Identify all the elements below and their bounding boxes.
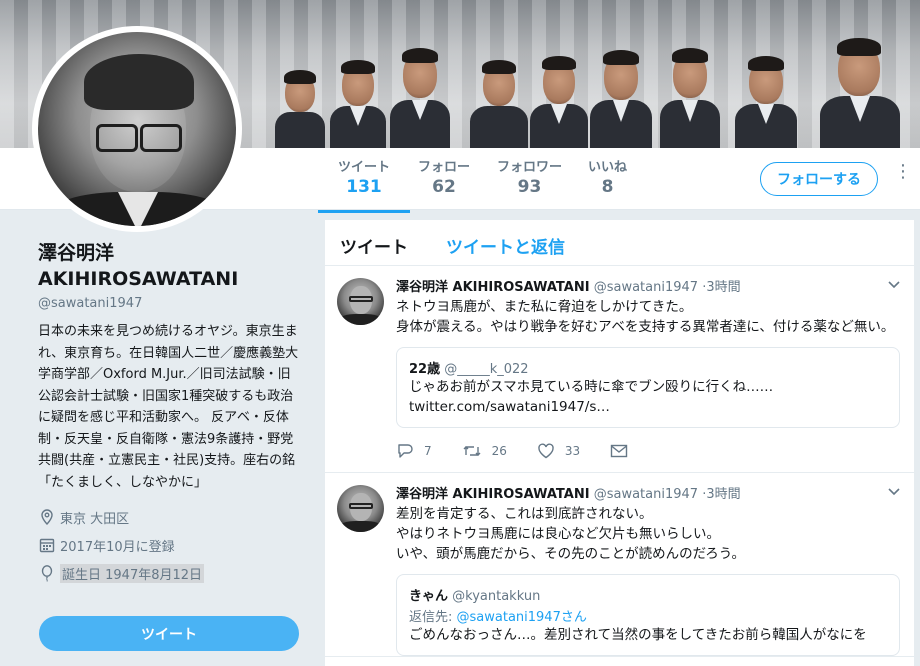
profile-avatar[interactable]: [32, 26, 242, 232]
nav-followers-count: 93: [517, 177, 542, 197]
tweet-item[interactable]: 澤谷明洋 AKIHIROSAWATANI @sawatani1947 ·3時間 …: [325, 266, 914, 473]
tweet-actions: 7 26 33: [396, 436, 900, 466]
quoted-text: じゃあお前がスマホ見ている時に傘でブン殴りに行くね……: [409, 379, 774, 395]
profile-joined: 2017年10月に登録: [38, 535, 303, 555]
direct-message-button[interactable]: [610, 444, 638, 458]
nav-tweets-label: ツイート: [338, 160, 391, 175]
tweet-text-line: やはりネトウヨ馬鹿には良心など欠片も無いらしい。: [396, 526, 720, 542]
quoted-link[interactable]: twitter.com/sawatani1947/s…: [409, 397, 887, 417]
calendar-icon: [38, 536, 56, 554]
profile-birthday-text: 誕生日 1947年8月12日: [60, 563, 205, 583]
quoted-author-name: 22歳: [409, 362, 441, 377]
profile-location-text: 東京 大田区: [60, 511, 130, 527]
quoted-author-handle: @_____k_022: [444, 362, 529, 377]
tweet-avatar[interactable]: [337, 278, 384, 325]
profile-name-line1: 澤谷明洋: [38, 242, 115, 264]
tweet-text-line: いや、頭が馬鹿だから、その先のことが読めんのだろう。: [396, 546, 745, 562]
tweet-avatar[interactable]: [337, 485, 384, 532]
tweet-item[interactable]: 澤谷明洋 AKIHIROSAWATANI @sawatani1947 ·3時間 …: [325, 473, 914, 657]
profile-name-line2: AKIHIROSAWATANI: [38, 268, 239, 290]
tweet-text-line: 差別を肯定する、これは到底許されない。: [396, 506, 653, 522]
nav-tweets-count: 131: [346, 177, 382, 197]
profile-joined-text: 2017年10月に登録: [60, 539, 175, 555]
more-options-icon[interactable]: ⋮: [894, 163, 912, 181]
profile-handle: @sawatani1947: [38, 296, 143, 311]
nav-likes[interactable]: いいね 8: [588, 156, 627, 197]
reply-count: 7: [424, 444, 432, 458]
tweet-author-handle[interactable]: @sawatani1947: [594, 487, 698, 502]
tweet-header: 澤谷明洋 AKIHIROSAWATANI @sawatani1947 ·3時間: [396, 276, 900, 295]
tweet-text: 差別を肯定する、これは到底許されない。 やはりネトウヨ馬鹿には良心など欠片も無い…: [396, 504, 900, 564]
quoted-author-name: きゃん: [409, 589, 449, 604]
quoted-reply-prefix: 返信先:: [409, 610, 457, 625]
profile-name: 澤谷明洋 AKIHIROSAWATANI: [38, 240, 303, 292]
retweet-button[interactable]: 26: [462, 443, 507, 459]
profile-location: 東京 大田区: [38, 507, 303, 527]
like-count: 33: [564, 444, 581, 458]
profile-card: 澤谷明洋 AKIHIROSAWATANI @sawatani1947 日本の未来…: [38, 240, 303, 583]
heart-icon: [538, 443, 554, 459]
like-button[interactable]: 33: [537, 443, 580, 459]
tweet-author-handle[interactable]: @sawatani1947: [594, 280, 698, 295]
tweet-text: ネトウヨ馬鹿が、また私に脅迫をしかけてきた。 身体が震える。やはり戦争を好むアベ…: [396, 297, 900, 337]
nav-following-label: フォロー: [418, 160, 471, 175]
tweet-header: 澤谷明洋 AKIHIROSAWATANI @sawatani1947 ·3時間: [396, 483, 900, 502]
follow-button[interactable]: フォローする: [760, 162, 878, 196]
compose-tweet-button[interactable]: ツイート: [39, 616, 299, 651]
timeline: ツイート ツイートと返信 澤谷明洋 AKIHIROSAWATANI @sawat…: [325, 220, 914, 666]
timeline-tabs: ツイート ツイートと返信: [325, 220, 914, 266]
envelope-icon: [611, 444, 628, 458]
quoted-author-handle: @kyantakkun: [452, 589, 541, 604]
quoted-reply-to-handle[interactable]: @sawatani1947さん: [457, 610, 587, 625]
tweet-time[interactable]: ·3時間: [702, 487, 740, 502]
quoted-tweet[interactable]: きゃん @kyantakkun 返信先: @sawatani1947さん ごめん…: [396, 574, 900, 656]
nav-followers[interactable]: フォロワー 93: [497, 156, 562, 197]
nav-followers-label: フォロワー: [497, 160, 563, 175]
tab-tweets[interactable]: ツイート: [340, 233, 408, 258]
tweet-time[interactable]: ·3時間: [702, 280, 740, 295]
nav-following-count: 62: [432, 177, 456, 197]
quoted-reply-to: 返信先: @sawatani1947さん: [409, 606, 887, 625]
nav-tweets[interactable]: ツイート 131: [317, 156, 411, 213]
retweet-icon: [463, 446, 481, 456]
profile-bio: 日本の未来を見つめ続けるオヤジ。東京生まれ、東京育ち。在日韓国人二世／慶應義塾大…: [38, 324, 299, 490]
profile-birthday: 誕生日 1947年8月12日: [38, 563, 303, 583]
tweet-author-name[interactable]: 澤谷明洋 AKIHIROSAWATANI: [396, 280, 590, 295]
tweet-text-line: 身体が震える。やはり戦争を好むアベを支持する異常者達に、付ける薬など無い。: [396, 319, 895, 335]
reply-button[interactable]: 7: [396, 443, 432, 459]
tab-tweets-and-replies[interactable]: ツイートと返信: [446, 233, 565, 258]
tweet-author-name[interactable]: 澤谷明洋 AKIHIROSAWATANI: [396, 487, 590, 502]
nav-likes-count: 8: [601, 177, 614, 197]
quoted-tweet[interactable]: 22歳 @_____k_022 じゃあお前がスマホ見ている時に傘でブン殴りに行く…: [396, 347, 900, 428]
chevron-down-icon[interactable]: [888, 278, 900, 292]
balloon-icon: [38, 564, 56, 582]
quoted-text: ごめんなおっさん…。差別されて当然の事をしてきたお前ら韓国人がなにを: [409, 627, 867, 643]
nav-following[interactable]: フォロー 62: [418, 156, 470, 197]
nav-likes-label: いいね: [588, 160, 628, 175]
location-pin-icon: [38, 508, 56, 526]
retweet-count: 26: [491, 444, 507, 458]
chevron-down-icon[interactable]: [888, 485, 900, 499]
reply-icon: [398, 444, 413, 458]
tweet-text-line: ネトウヨ馬鹿が、また私に脅迫をしかけてきた。: [396, 299, 693, 315]
